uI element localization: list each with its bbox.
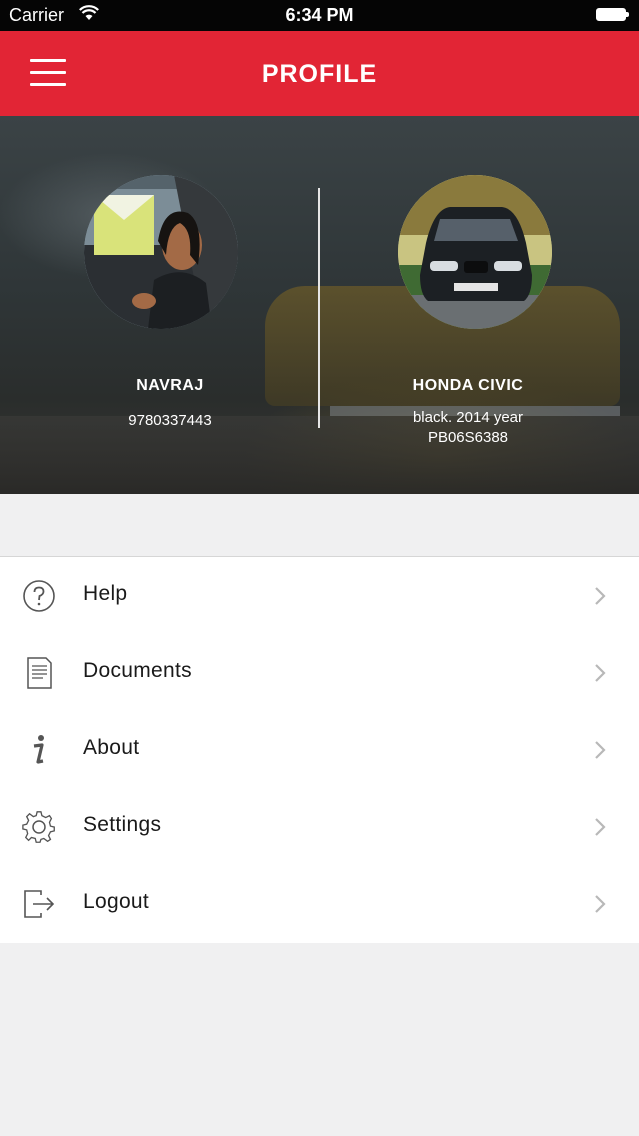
car-photo bbox=[398, 175, 552, 329]
menu-item-logout[interactable]: Logout bbox=[0, 865, 639, 942]
car-avatar[interactable] bbox=[398, 175, 552, 329]
profile-divider bbox=[318, 188, 320, 428]
chevron-right-icon bbox=[595, 818, 606, 836]
menu-item-documents[interactable]: Documents bbox=[0, 634, 639, 711]
gear-icon bbox=[22, 811, 55, 843]
car-name: HONDA CIVIC bbox=[412, 377, 524, 394]
menu-item-label: Logout bbox=[83, 890, 150, 913]
menu-item-about[interactable]: About bbox=[0, 711, 639, 788]
car-description: black. 2014 year bbox=[412, 409, 524, 426]
driver-phone: 9780337443 bbox=[128, 412, 212, 429]
menu-item-label: About bbox=[83, 736, 140, 759]
menu-item-help[interactable]: Help bbox=[0, 557, 639, 634]
document-icon bbox=[27, 657, 52, 689]
profile-header: NAVRAJ 9780337443 HONDA CIVIC black. 201… bbox=[0, 116, 639, 494]
chevron-right-icon bbox=[595, 895, 606, 913]
info-icon bbox=[33, 735, 44, 764]
page-title: PROFILE bbox=[261, 60, 378, 88]
menu-item-label: Help bbox=[83, 582, 128, 605]
driver-avatar[interactable] bbox=[84, 175, 238, 329]
chevron-right-icon bbox=[595, 664, 606, 682]
car-plate: PB06S6388 bbox=[427, 429, 509, 446]
chevron-right-icon bbox=[595, 741, 606, 759]
menu-item-label: Documents bbox=[83, 659, 192, 682]
menu-item-settings[interactable]: Settings bbox=[0, 788, 639, 865]
status-time: 6:34 PM bbox=[285, 5, 354, 25]
profile-menu: Help Documents About Settings Logout bbox=[0, 556, 639, 943]
chevron-right-icon bbox=[595, 587, 606, 605]
help-icon bbox=[23, 580, 55, 612]
battery-icon bbox=[596, 8, 629, 21]
status-bar: Carrier 6:34 PM bbox=[0, 0, 639, 31]
logout-icon bbox=[24, 890, 55, 918]
navigation-bar: PROFILE bbox=[0, 31, 639, 116]
menu-item-label: Settings bbox=[83, 813, 162, 836]
driver-name: NAVRAJ bbox=[136, 377, 204, 394]
driver-photo bbox=[84, 175, 238, 329]
